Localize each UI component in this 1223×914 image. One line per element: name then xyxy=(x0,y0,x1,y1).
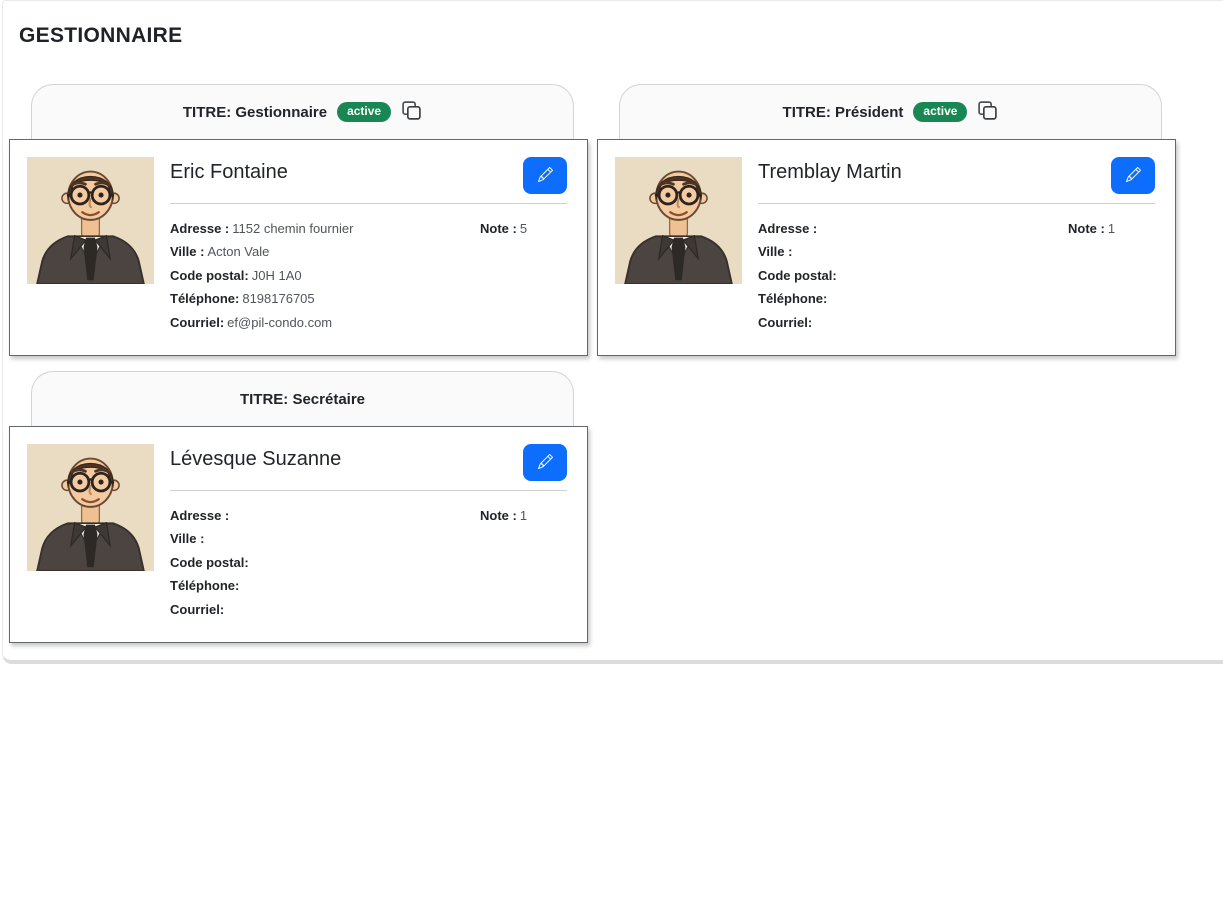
status-badge: active xyxy=(337,102,391,122)
ville-row: Ville : xyxy=(170,527,480,550)
titre-tab-president: TITRE: Président active xyxy=(619,84,1162,139)
page-title: GESTIONNAIRE xyxy=(19,24,1223,48)
divider xyxy=(170,490,567,491)
titre-tab-gestionnaire: TITRE: Gestionnaire active xyxy=(31,84,574,139)
person-card: Lévesque Suzanne Adresse : Ville : Code xyxy=(9,426,588,643)
card-content: Lévesque Suzanne Adresse : Ville : Code xyxy=(170,444,567,621)
person-name: Eric Fontaine xyxy=(170,161,288,184)
titre-tab-secretaire: TITRE: Secrétaire xyxy=(31,371,574,426)
card-stack-gestionnaire: TITRE: Gestionnaire active Eric Fontaine xyxy=(9,84,588,356)
pencil-icon xyxy=(538,167,553,185)
divider xyxy=(758,203,1155,204)
avatar xyxy=(615,157,742,284)
copy-icon xyxy=(977,100,998,124)
avatar xyxy=(27,444,154,571)
cards-grid: TITRE: Gestionnaire active Eric Fontaine xyxy=(9,84,1223,643)
courriel-row: Courriel: xyxy=(170,598,480,621)
note-row: Note :1 xyxy=(480,504,567,527)
telephone-row: Téléphone:8198176705 xyxy=(170,287,480,310)
card-stack-president: TITRE: Président active Tremblay Martin xyxy=(597,84,1176,356)
divider xyxy=(170,203,567,204)
person-card: Tremblay Martin Adresse : Ville : Code xyxy=(597,139,1176,356)
copy-button[interactable] xyxy=(977,100,998,124)
copy-icon xyxy=(401,100,422,124)
adresse-row: Adresse : xyxy=(170,504,480,527)
note-row: Note :5 xyxy=(480,217,567,240)
person-name: Lévesque Suzanne xyxy=(170,448,341,471)
edit-button[interactable] xyxy=(1111,157,1155,194)
person-name: Tremblay Martin xyxy=(758,161,902,184)
ville-row: Ville :Acton Vale xyxy=(170,240,480,263)
edit-button[interactable] xyxy=(523,444,567,481)
courriel-row: Courriel:ef@pil-condo.com xyxy=(170,311,480,334)
ville-row: Ville : xyxy=(758,240,1068,263)
code-postal-row: Code postal: xyxy=(758,264,1068,287)
avatar xyxy=(27,157,154,284)
edit-button[interactable] xyxy=(523,157,567,194)
copy-button[interactable] xyxy=(401,100,422,124)
telephone-row: Téléphone: xyxy=(758,287,1068,310)
courriel-row: Courriel: xyxy=(758,311,1068,334)
titre-label: TITRE: Secrétaire xyxy=(240,391,365,408)
code-postal-row: Code postal:J0H 1A0 xyxy=(170,264,480,287)
titre-label: TITRE: Président xyxy=(783,104,904,121)
person-card: Eric Fontaine Adresse :1152 chemin fourn… xyxy=(9,139,588,356)
status-badge: active xyxy=(913,102,967,122)
note-row: Note :1 xyxy=(1068,217,1155,240)
pencil-icon xyxy=(538,454,553,472)
card-stack-secretaire: TITRE: Secrétaire Lévesque Suzanne xyxy=(9,371,588,643)
titre-label: TITRE: Gestionnaire xyxy=(183,104,327,121)
adresse-row: Adresse : xyxy=(758,217,1068,240)
pencil-icon xyxy=(1126,167,1141,185)
gestionnaire-panel: GESTIONNAIRE TITRE: Gestionnaire active xyxy=(2,0,1223,664)
card-content: Tremblay Martin Adresse : Ville : Code xyxy=(758,157,1155,334)
telephone-row: Téléphone: xyxy=(170,574,480,597)
adresse-row: Adresse :1152 chemin fournier xyxy=(170,217,480,240)
card-content: Eric Fontaine Adresse :1152 chemin fourn… xyxy=(170,157,567,334)
code-postal-row: Code postal: xyxy=(170,551,480,574)
